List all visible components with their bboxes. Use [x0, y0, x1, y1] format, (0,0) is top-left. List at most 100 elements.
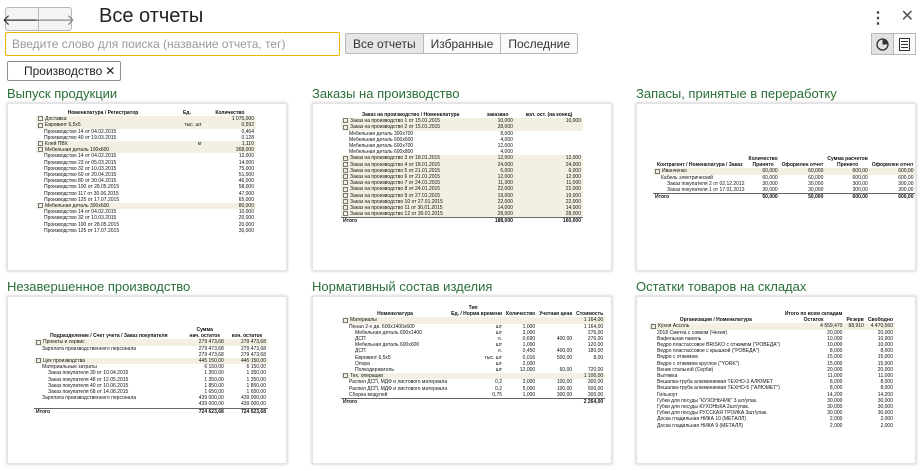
remove-tag-icon[interactable]: ✕ — [105, 64, 115, 78]
table-cell: 439 000,00 — [198, 401, 224, 408]
table-cell — [34, 401, 184, 408]
report-preview-production-orders[interactable]: Заказ на производство / Номенклатура зака… — [312, 103, 612, 271]
expand-collapse-icon — [343, 199, 348, 205]
expand-collapse-icon — [38, 122, 43, 128]
report-preview-processing-stock[interactable]: Количество Сумма расчетов Контрагент / Ном… — [636, 103, 916, 271]
pie-chart-icon — [876, 37, 889, 51]
table-cell: 2,000 — [880, 422, 893, 429]
total-cell: 50,000 — [746, 193, 780, 201]
expand-collapse-icon — [343, 192, 348, 198]
expand-collapse-icon — [343, 118, 348, 124]
table-cell: 30,000 — [238, 227, 254, 234]
list-view-button[interactable] — [893, 33, 916, 55]
expand-collapse-icon — [38, 147, 43, 153]
report-title[interactable]: Нормативный состав изделия — [312, 279, 492, 294]
table-cell: 1,000 — [522, 391, 536, 398]
report-table: Количество Сумма расчетов Контрагент / Ном… — [653, 156, 915, 201]
expand-collapse-icon — [343, 124, 348, 130]
expand-collapse-icon — [343, 161, 348, 167]
report-title[interactable]: Незавершенное производство — [7, 279, 190, 294]
total-cell: Итого — [653, 193, 747, 201]
total-cell: 50,000 — [779, 193, 826, 201]
expand-collapse-icon — [38, 141, 43, 147]
report-title[interactable]: Заказы на производство — [312, 86, 460, 101]
table-cell: Сборка модулей — [349, 391, 388, 398]
more-menu-icon[interactable]: ⋮ — [870, 8, 886, 28]
report-preview-stock-balances[interactable]: Итого по всем складам Организация / Номен… — [636, 296, 916, 464]
table-cell: 300,00 — [587, 391, 604, 398]
expand-collapse-icon — [343, 205, 348, 211]
thumbnails-view-button[interactable] — [871, 33, 894, 55]
column-header: Ед. / Норма времени — [451, 311, 503, 318]
table-cell: 4 470,560 — [865, 323, 895, 330]
page-title: Все отчеты — [99, 5, 204, 27]
expand-collapse-icon — [343, 174, 348, 180]
table-cell: 30,000 — [808, 187, 824, 194]
table-cell: 439 000,00 — [240, 401, 266, 408]
expand-collapse-icon — [343, 211, 348, 217]
table-cell: 2,000 — [829, 422, 843, 429]
tab-favorites[interactable]: Избранные — [422, 33, 502, 54]
total-cell: Итого — [34, 407, 184, 415]
filter-tabs: Все отчеты Избранные Последние — [345, 33, 579, 54]
table-cell: Распил ДСП, МДФ и листового материала — [349, 379, 448, 386]
expand-collapse-icon — [36, 339, 41, 345]
report-table: Номенклатура / Регистратор Ед. Количество Д… — [36, 110, 256, 234]
total-cell: 188,000 — [480, 217, 515, 225]
total-cell: Итого — [341, 217, 481, 225]
expand-collapse-icon — [38, 116, 43, 122]
table-cell: Заказ покупателя 1 от 17.01.2013 — [667, 187, 745, 194]
total-cell: 724 623,68 — [225, 407, 268, 415]
expand-collapse-icon — [651, 323, 656, 329]
expand-collapse-icon — [655, 168, 660, 174]
report-preview-production-output[interactable]: Номенклатура / Регистратор Ед. Количество Д… — [7, 103, 287, 271]
total-cell: 724 623,68 — [183, 407, 226, 415]
expand-collapse-icon — [36, 358, 41, 364]
table-row: Заказ на производство 12 от 30.01.2015 28… — [341, 211, 583, 218]
expand-collapse-icon — [343, 317, 348, 323]
table-row: Производство 125 от 17.07.2015 30,000 — [36, 228, 256, 234]
tab-all-reports[interactable]: Все отчеты — [345, 33, 424, 54]
arrow-right-icon: 🡒 — [34, 11, 76, 29]
table-row: 439 000,00 439 000,00 — [34, 401, 268, 408]
total-cell — [504, 398, 538, 406]
expand-collapse-icon — [343, 373, 348, 379]
expand-collapse-icon — [343, 180, 348, 186]
total-cell: 2 264,00 — [574, 398, 606, 406]
search-input[interactable] — [5, 32, 340, 56]
table-cell — [844, 423, 865, 429]
tag-chip[interactable]: Производство ✕ — [7, 61, 122, 81]
report-preview-bom[interactable]: Тип Номенклатура Ед. / Норма времени Количе… — [312, 296, 612, 464]
table-cell: Заказ на производство 12 от 30.01.2015 — [341, 211, 481, 218]
table-row: Заказ покупателя 1 от 17.01.2013 30,000 30… — [653, 187, 915, 194]
table-cell: 300,00 — [852, 187, 868, 194]
table-cell: Распил ДСП, МДФ и листового материала — [349, 385, 448, 392]
report-title[interactable]: Остатки товаров на складах — [636, 279, 806, 294]
close-icon[interactable]: ✕ — [901, 6, 914, 26]
expand-collapse-icon — [343, 155, 348, 161]
report-title[interactable]: Запасы, принятые в переработку — [636, 86, 837, 101]
report-table: Сумма Подразделение / Счет учета / Заказ … — [34, 327, 268, 415]
table-cell: 300,00 — [898, 187, 914, 194]
column-header: Учетная цена — [539, 311, 573, 318]
column-header: Количество — [506, 311, 536, 318]
view-mode-switch — [871, 33, 916, 55]
forward-button[interactable]: 🡒 — [34, 7, 76, 31]
back-button[interactable]: 🡐 — [2, 7, 42, 31]
expand-collapse-icon — [38, 203, 43, 209]
table-cell: Производство 125 от 17.07.2015 — [44, 227, 120, 234]
total-cell — [537, 398, 575, 406]
report-table: Итого по всем складам Организация / Номен… — [649, 311, 895, 429]
total-cell: 600,00 — [869, 193, 915, 201]
table-cell: 0,75 — [492, 391, 503, 398]
table-cell: 30,000 — [762, 187, 778, 194]
report-preview-wip[interactable]: Сумма Подразделение / Счет учета / Заказ … — [7, 296, 287, 464]
total-cell: 600,00 — [825, 193, 870, 201]
table-cell: Доска гладильная НИКА 9 (МЕТАЛЛ) — [657, 422, 744, 429]
report-title[interactable]: Выпуск продукции — [7, 86, 117, 101]
table-cell: 28,000 — [514, 211, 583, 218]
tab-recent[interactable]: Последние — [500, 33, 579, 54]
total-cell: Итого — [341, 398, 450, 406]
table-row: Сборка модулей 0,75 1,000 300,00 300,00 — [341, 392, 605, 399]
expand-collapse-icon — [343, 168, 348, 173]
